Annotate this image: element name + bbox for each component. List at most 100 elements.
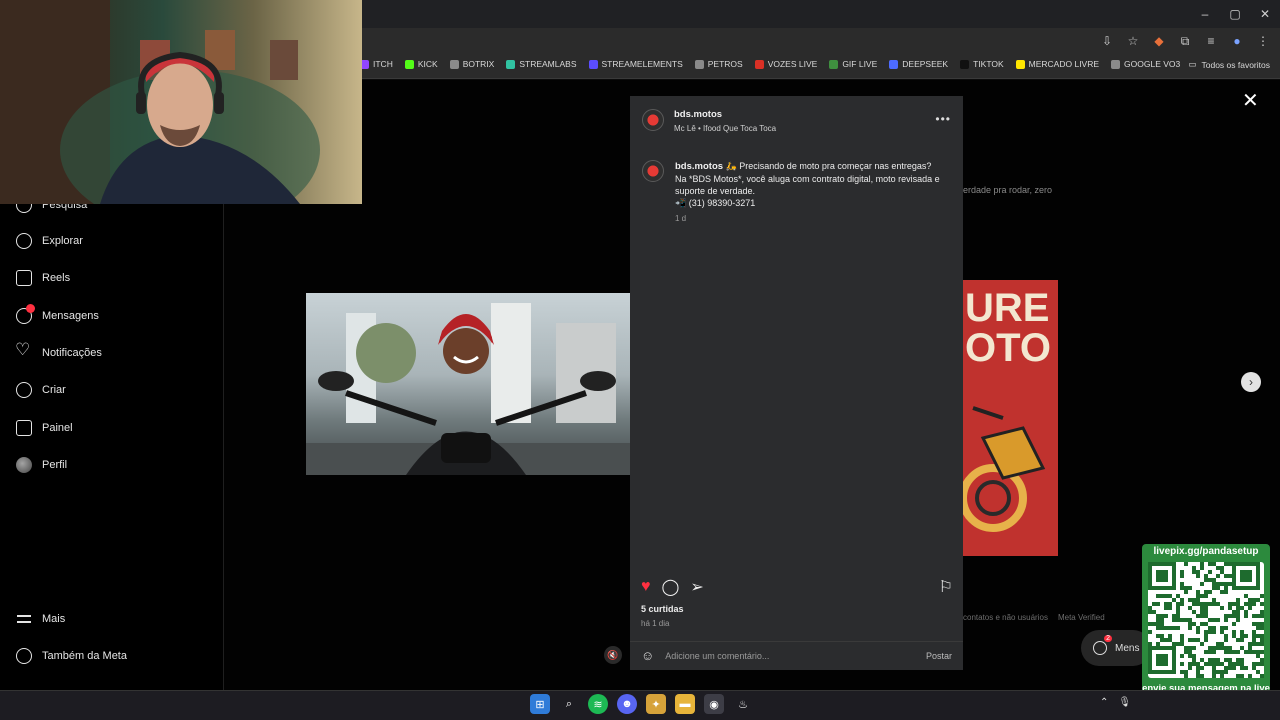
share-icon[interactable]: ➢ bbox=[690, 577, 703, 597]
qr-module bbox=[1168, 626, 1172, 630]
qr-module bbox=[1220, 630, 1224, 634]
footer-link-contacts[interactable]: contatos e não usuários bbox=[963, 613, 1048, 622]
close-window-button[interactable]: ✕ bbox=[1250, 0, 1280, 28]
all-favorites-button[interactable]: ▭ Todos os favoritos bbox=[1188, 59, 1270, 70]
sidebar-item-notifications[interactable]: Notificações bbox=[15, 340, 102, 361]
bookmark-item[interactable]: STREAMLABS bbox=[506, 59, 577, 69]
qr-module bbox=[1172, 642, 1176, 646]
sidebar-item-also-from-meta[interactable]: Também da Meta bbox=[16, 648, 127, 664]
post-comment-button[interactable]: Postar bbox=[926, 651, 952, 661]
sidebar-item-messages[interactable]: Mensagens bbox=[16, 304, 99, 324]
extension-fox-icon[interactable]: ◆ bbox=[1150, 32, 1168, 50]
author-avatar[interactable] bbox=[642, 109, 664, 131]
qr-module bbox=[1196, 574, 1200, 578]
sidebar-item-dashboard[interactable]: Painel bbox=[16, 420, 73, 436]
bookmark-icon[interactable]: ⚐ bbox=[939, 577, 953, 597]
bookmark-item[interactable]: STREAMELEMENTS bbox=[588, 59, 683, 69]
webcam-overlay bbox=[0, 0, 362, 204]
qr-module bbox=[1200, 642, 1204, 646]
qr-module bbox=[1160, 594, 1164, 598]
windows-start-icon[interactable]: ⊞ bbox=[530, 694, 550, 714]
qr-module bbox=[1208, 630, 1212, 634]
bookmark-favicon-icon bbox=[960, 59, 970, 69]
bookmark-item[interactable]: BOTRIX bbox=[449, 59, 494, 69]
minimize-button[interactable]: – bbox=[1190, 0, 1220, 28]
microphone-icon[interactable]: 🎙 bbox=[1118, 697, 1131, 708]
profile-avatar-icon[interactable]: ● bbox=[1228, 32, 1246, 50]
bookmark-item[interactable]: PETROS bbox=[694, 59, 743, 69]
next-post-preview[interactable]: URE OTO bbox=[963, 280, 1058, 556]
bookmarks-list: ITCH KICK BOTRIX STREAMLABS STREAMELEMENTS PE… bbox=[360, 59, 1180, 69]
qr-module bbox=[1248, 642, 1252, 646]
heart-filled-icon[interactable]: ♥ bbox=[641, 578, 651, 596]
qr-module bbox=[1172, 618, 1176, 622]
comment-input[interactable] bbox=[665, 650, 915, 661]
post-video[interactable] bbox=[306, 293, 630, 475]
search-icon[interactable]: ⌕ bbox=[559, 694, 579, 714]
qr-module bbox=[1148, 630, 1152, 634]
qr-module bbox=[1208, 590, 1212, 594]
chrome-icon[interactable]: ◉ bbox=[704, 694, 724, 714]
qr-module bbox=[1220, 662, 1224, 666]
puzzle-icon[interactable]: ⧉ bbox=[1176, 32, 1194, 50]
caption-line-2: Na *BDS Motos*, você aluga com contrato … bbox=[675, 174, 940, 184]
poster-line-2: OTO bbox=[965, 326, 1051, 370]
bookmark-item[interactable]: MERCADO LIVRE bbox=[1015, 59, 1099, 69]
qr-module bbox=[1160, 614, 1164, 618]
bookmark-item[interactable]: GOOGLE VO3 bbox=[1111, 59, 1180, 69]
bookmark-item[interactable]: TIKTOK bbox=[960, 59, 1004, 69]
caption-avatar[interactable] bbox=[642, 160, 664, 182]
sidebar-item-reels[interactable]: Reels bbox=[16, 270, 70, 286]
qr-module bbox=[1200, 610, 1204, 614]
qr-module bbox=[1256, 662, 1260, 666]
close-icon[interactable]: ✕ bbox=[1242, 88, 1259, 113]
bookmark-item[interactable]: DEEPSEEK bbox=[889, 59, 948, 69]
avatar bbox=[16, 457, 32, 473]
qr-module bbox=[1148, 606, 1152, 610]
qr-module bbox=[1180, 602, 1184, 606]
audio-label[interactable]: Mc Lê • Ifood Que Toca Toca bbox=[674, 124, 776, 133]
qr-module bbox=[1224, 646, 1228, 650]
qr-module bbox=[1192, 566, 1196, 570]
install-app-icon[interactable]: ⇩ bbox=[1098, 32, 1116, 50]
comment-icon[interactable]: ◯ bbox=[662, 577, 680, 597]
more-options-icon[interactable]: ••• bbox=[935, 112, 951, 126]
qr-module bbox=[1212, 650, 1216, 654]
qr-module bbox=[1164, 594, 1168, 598]
file-explorer-icon[interactable]: ▬ bbox=[675, 694, 695, 714]
author-username[interactable]: bds.motos bbox=[674, 109, 776, 120]
star-icon[interactable]: ☆ bbox=[1124, 32, 1142, 50]
sidebar-item-explore[interactable]: Explorar bbox=[16, 233, 83, 249]
qr-module bbox=[1152, 610, 1156, 614]
qr-module bbox=[1212, 662, 1216, 666]
likes-count[interactable]: 5 curtidas bbox=[641, 604, 684, 614]
bookmark-item[interactable]: VOZES LIVE bbox=[754, 59, 817, 69]
discord-icon[interactable]: ☻ bbox=[617, 694, 637, 714]
sidebar-item-more[interactable]: Mais bbox=[16, 611, 65, 627]
qr-module bbox=[1240, 638, 1244, 642]
qr-module bbox=[1232, 610, 1236, 614]
bookmark-item[interactable]: KICK bbox=[404, 59, 438, 69]
qr-module bbox=[1180, 634, 1184, 638]
footer-link-meta-verified[interactable]: Meta Verified bbox=[1058, 613, 1105, 622]
messages-pill[interactable]: 2 Mens bbox=[1081, 630, 1151, 666]
mute-button[interactable]: 🔇 bbox=[604, 646, 622, 664]
meta-icon bbox=[16, 648, 32, 664]
sidebar-item-profile[interactable]: Perfil bbox=[16, 457, 67, 473]
reading-list-icon[interactable]: ≡ bbox=[1202, 32, 1220, 50]
caption-username[interactable]: bds.motos bbox=[675, 161, 723, 172]
steam-icon[interactable]: ♨ bbox=[733, 694, 753, 714]
chevron-up-icon[interactable]: ⌃ bbox=[1100, 697, 1108, 708]
app-icon[interactable]: ✦ bbox=[646, 694, 666, 714]
emoji-smiley-icon[interactable]: ☺ bbox=[641, 648, 654, 663]
qr-module bbox=[1148, 622, 1152, 626]
bookmark-item[interactable]: ITCH bbox=[360, 59, 393, 69]
spotify-icon[interactable]: ≋ bbox=[588, 694, 608, 714]
qr-module bbox=[1188, 666, 1192, 670]
maximize-button[interactable]: ▢ bbox=[1220, 0, 1250, 28]
kebab-menu-icon[interactable]: ⋮ bbox=[1254, 32, 1272, 50]
bookmark-item[interactable]: GIF LIVE bbox=[829, 59, 877, 69]
next-post-button[interactable]: › bbox=[1241, 372, 1261, 392]
sidebar-item-create[interactable]: Criar bbox=[16, 382, 66, 398]
qr-module bbox=[1244, 594, 1248, 598]
